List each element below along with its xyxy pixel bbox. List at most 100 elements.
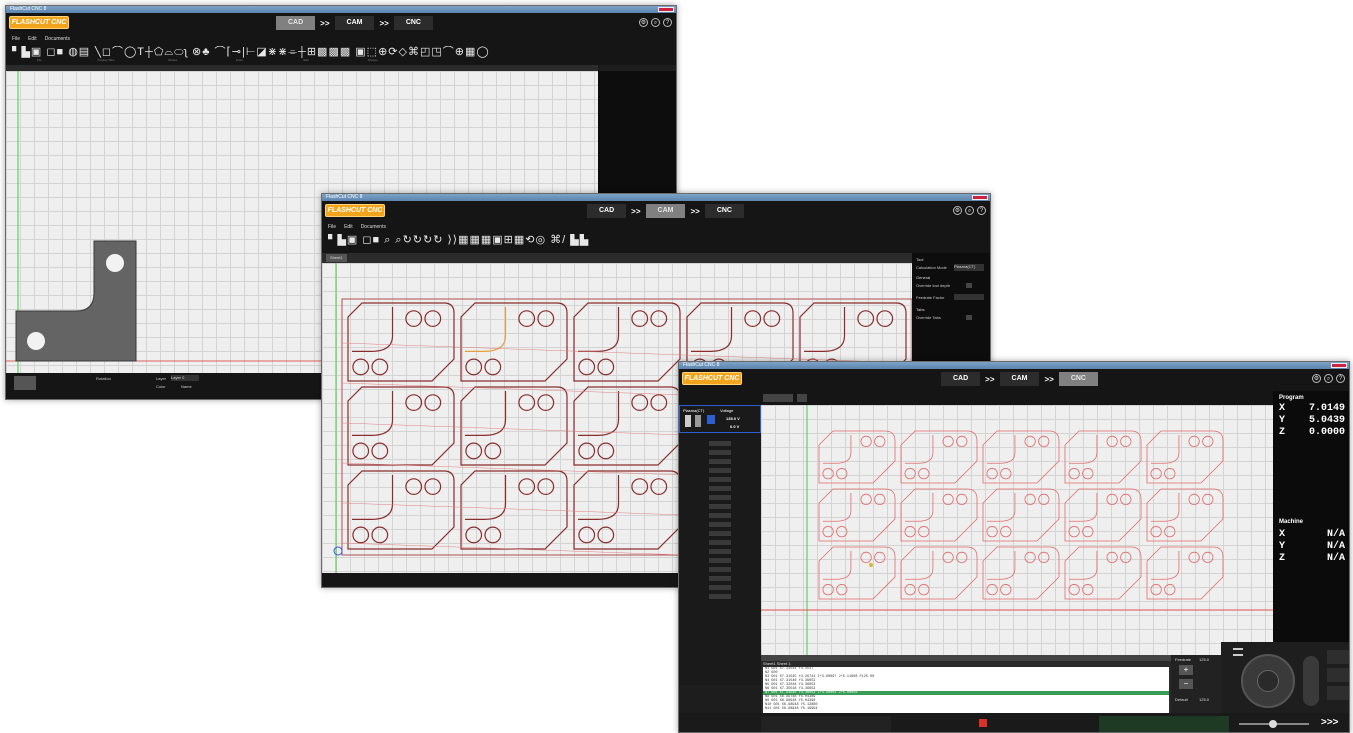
mode-tab-cam[interactable]: CAM: [334, 16, 375, 30]
mode-tab-cam[interactable]: CAM: [645, 204, 686, 218]
parameter-field[interactable]: [709, 594, 731, 599]
gcode-line[interactable]: N11 G01 X6.98948 Y5.19994: [763, 707, 1169, 711]
view-toolbar[interactable]: Sheet1: [322, 253, 912, 263]
parameter-field[interactable]: [709, 468, 731, 473]
program-label: Program: [1279, 395, 1304, 401]
jog-mode-button[interactable]: [1327, 668, 1349, 682]
axis-value: N/A: [1326, 529, 1345, 540]
feedrate-decrease-button[interactable]: −: [1179, 679, 1193, 689]
hole-circle: [465, 442, 483, 460]
menu-file[interactable]: File: [328, 223, 336, 231]
parameter-field[interactable]: [709, 567, 731, 572]
feedrate-increase-button[interactable]: +: [1179, 665, 1193, 675]
mode-tab-cnc[interactable]: CNC: [704, 204, 744, 218]
mode-tab-cad[interactable]: CAD: [276, 16, 316, 30]
help-icon[interactable]: ?: [1336, 374, 1345, 383]
app-logo: FLASHCUT CNC: [9, 16, 69, 29]
menu-documents[interactable]: Documents: [45, 35, 70, 43]
parameter-field[interactable]: [709, 549, 731, 554]
parameter-field[interactable]: [709, 585, 731, 590]
parameter-field[interactable]: [709, 540, 731, 545]
menu-edit[interactable]: Edit: [344, 223, 353, 231]
mode-tab-cad[interactable]: CAD: [941, 372, 981, 386]
help-icon[interactable]: ?: [977, 206, 986, 215]
menu-edit[interactable]: Edit: [28, 35, 37, 43]
hole-circle: [956, 551, 968, 563]
stop-icon[interactable]: [979, 719, 987, 727]
close-window-button[interactable]: [658, 7, 674, 12]
hole-circle: [1164, 526, 1176, 538]
hole-circle: [986, 584, 998, 596]
hole-circle: [1188, 493, 1200, 506]
nested-part: [900, 488, 978, 542]
override-depth-checkbox[interactable]: [966, 283, 972, 288]
mode-tab-cad[interactable]: CAD: [587, 204, 627, 218]
parameter-field[interactable]: [709, 522, 731, 527]
zoom-icon[interactable]: ⌕: [965, 206, 974, 215]
jog-dial-center[interactable]: [1257, 670, 1279, 692]
cnc-toolpath-canvas[interactable]: [761, 405, 1273, 655]
part-inner-contour: [987, 435, 1016, 464]
mode-tab-cam[interactable]: CAM: [999, 372, 1040, 386]
menu-file[interactable]: File: [12, 35, 20, 43]
settings-icon[interactable]: ⚙: [953, 206, 962, 215]
hole-circle: [1068, 526, 1080, 538]
hole-circle: [1024, 435, 1036, 448]
parameter-field[interactable]: [709, 531, 731, 536]
hole-circle: [918, 468, 930, 480]
mode-arrow-icon: >>: [985, 374, 995, 384]
expand-arrows-icon[interactable]: >>>: [1321, 717, 1339, 728]
zoom-button[interactable]: [797, 394, 807, 402]
speed-slider-handle[interactable]: [1269, 720, 1277, 728]
hole-circle: [1082, 584, 1094, 596]
menu-documents[interactable]: Documents: [361, 223, 386, 231]
parameter-field[interactable]: [709, 477, 731, 482]
hole-circle: [822, 584, 834, 596]
snap-grid-button[interactable]: [14, 376, 36, 390]
thc-toggle-button[interactable]: [707, 415, 715, 424]
start-button[interactable]: [1099, 716, 1229, 732]
nested-part: [573, 470, 681, 550]
mode-tab-cnc[interactable]: CNC: [393, 16, 433, 30]
tabs-section-header: Tabs: [916, 307, 925, 312]
parameter-field[interactable]: [709, 495, 731, 500]
parameter-field[interactable]: [709, 450, 731, 455]
z-jog-control[interactable]: [1303, 656, 1319, 706]
menu-icon[interactable]: [1233, 648, 1243, 656]
parameter-field[interactable]: [709, 486, 731, 491]
calc-mode-select[interactable]: Plasma(CT): [954, 264, 984, 271]
hole-circle: [650, 310, 668, 327]
jog-dial[interactable]: [1241, 654, 1295, 708]
parameter-field[interactable]: [709, 441, 731, 446]
mode-tab-cnc[interactable]: CNC: [1058, 372, 1098, 386]
layer-select[interactable]: Layer 0: [171, 375, 199, 381]
hole-circle: [876, 310, 894, 327]
cad-toolbar: ▘▙▣ ◻■ ◍▤ ╲◻⌒◯T┼⬠⌓⬭ʅ ⊗♣ ⌒⌈⊸|⊢◪⋇⋇⌯┼⊞▩▩▩ ▣…: [6, 43, 676, 65]
zoom-icon[interactable]: ⌕: [1324, 374, 1333, 383]
parameter-field[interactable]: [709, 504, 731, 509]
sheet-tab[interactable]: Sheet1: [326, 254, 347, 262]
close-window-button[interactable]: [1331, 363, 1347, 368]
gcode-button-strip[interactable]: [761, 655, 1171, 661]
close-window-button[interactable]: [972, 195, 988, 200]
gcode-listing[interactable]: N1 G01 X7.31544 Y4.1547 N2 G00 N3 G01 X7.3…: [763, 667, 1169, 713]
jog-mode-button[interactable]: [1327, 686, 1349, 700]
help-icon[interactable]: ?: [663, 18, 672, 27]
cad-tool-icons[interactable]: ▘▙▣ ◻■ ◍▤ ╲◻⌒◯T┼⬠⌓⬭ʅ ⊗♣ ⌒⌈⊸|⊢◪⋇⋇⌯┼⊞▩▩▩ ▣…: [12, 46, 636, 58]
jog-step-buttons[interactable]: [763, 394, 793, 402]
cam-tool-icons[interactable]: ▘▙▣ ◻■ ⌕ ⌕↻↻↻↻ ⟩⟩▦▦▦▣⊞▦⟲◎ ⌘/ ▙▙: [328, 234, 690, 246]
back-button[interactable]: [761, 716, 891, 732]
jog-mode-button[interactable]: [1327, 650, 1349, 664]
feedrate-factor-field[interactable]: [954, 294, 984, 300]
parameter-field[interactable]: [709, 558, 731, 563]
settings-icon[interactable]: ⚙: [639, 18, 648, 27]
zoom-icon[interactable]: ⌕: [651, 18, 660, 27]
hole-circle: [904, 526, 916, 538]
parameter-field[interactable]: [709, 459, 731, 464]
parameter-field[interactable]: [709, 513, 731, 518]
parameter-field[interactable]: [709, 576, 731, 581]
settings-icon[interactable]: ⚙: [1312, 374, 1321, 383]
hole-circle: [597, 442, 615, 460]
override-tabs-checkbox[interactable]: [966, 315, 972, 320]
nested-part: [1146, 546, 1224, 600]
